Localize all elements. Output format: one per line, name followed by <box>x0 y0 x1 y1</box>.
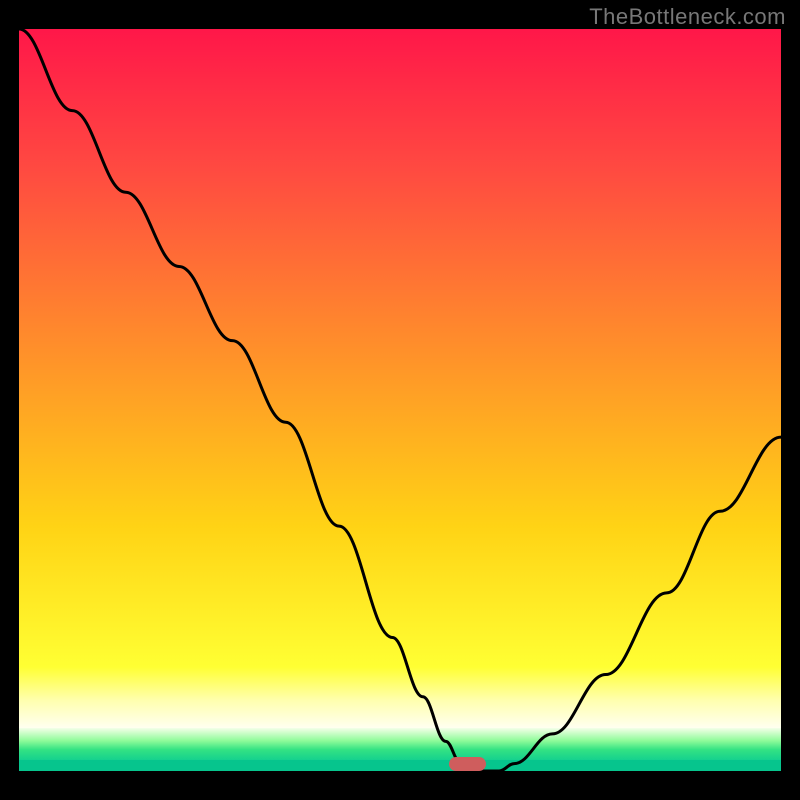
bottleneck-curve <box>19 29 781 771</box>
optimum-marker <box>449 757 486 771</box>
watermark-text: TheBottleneck.com <box>589 4 786 30</box>
